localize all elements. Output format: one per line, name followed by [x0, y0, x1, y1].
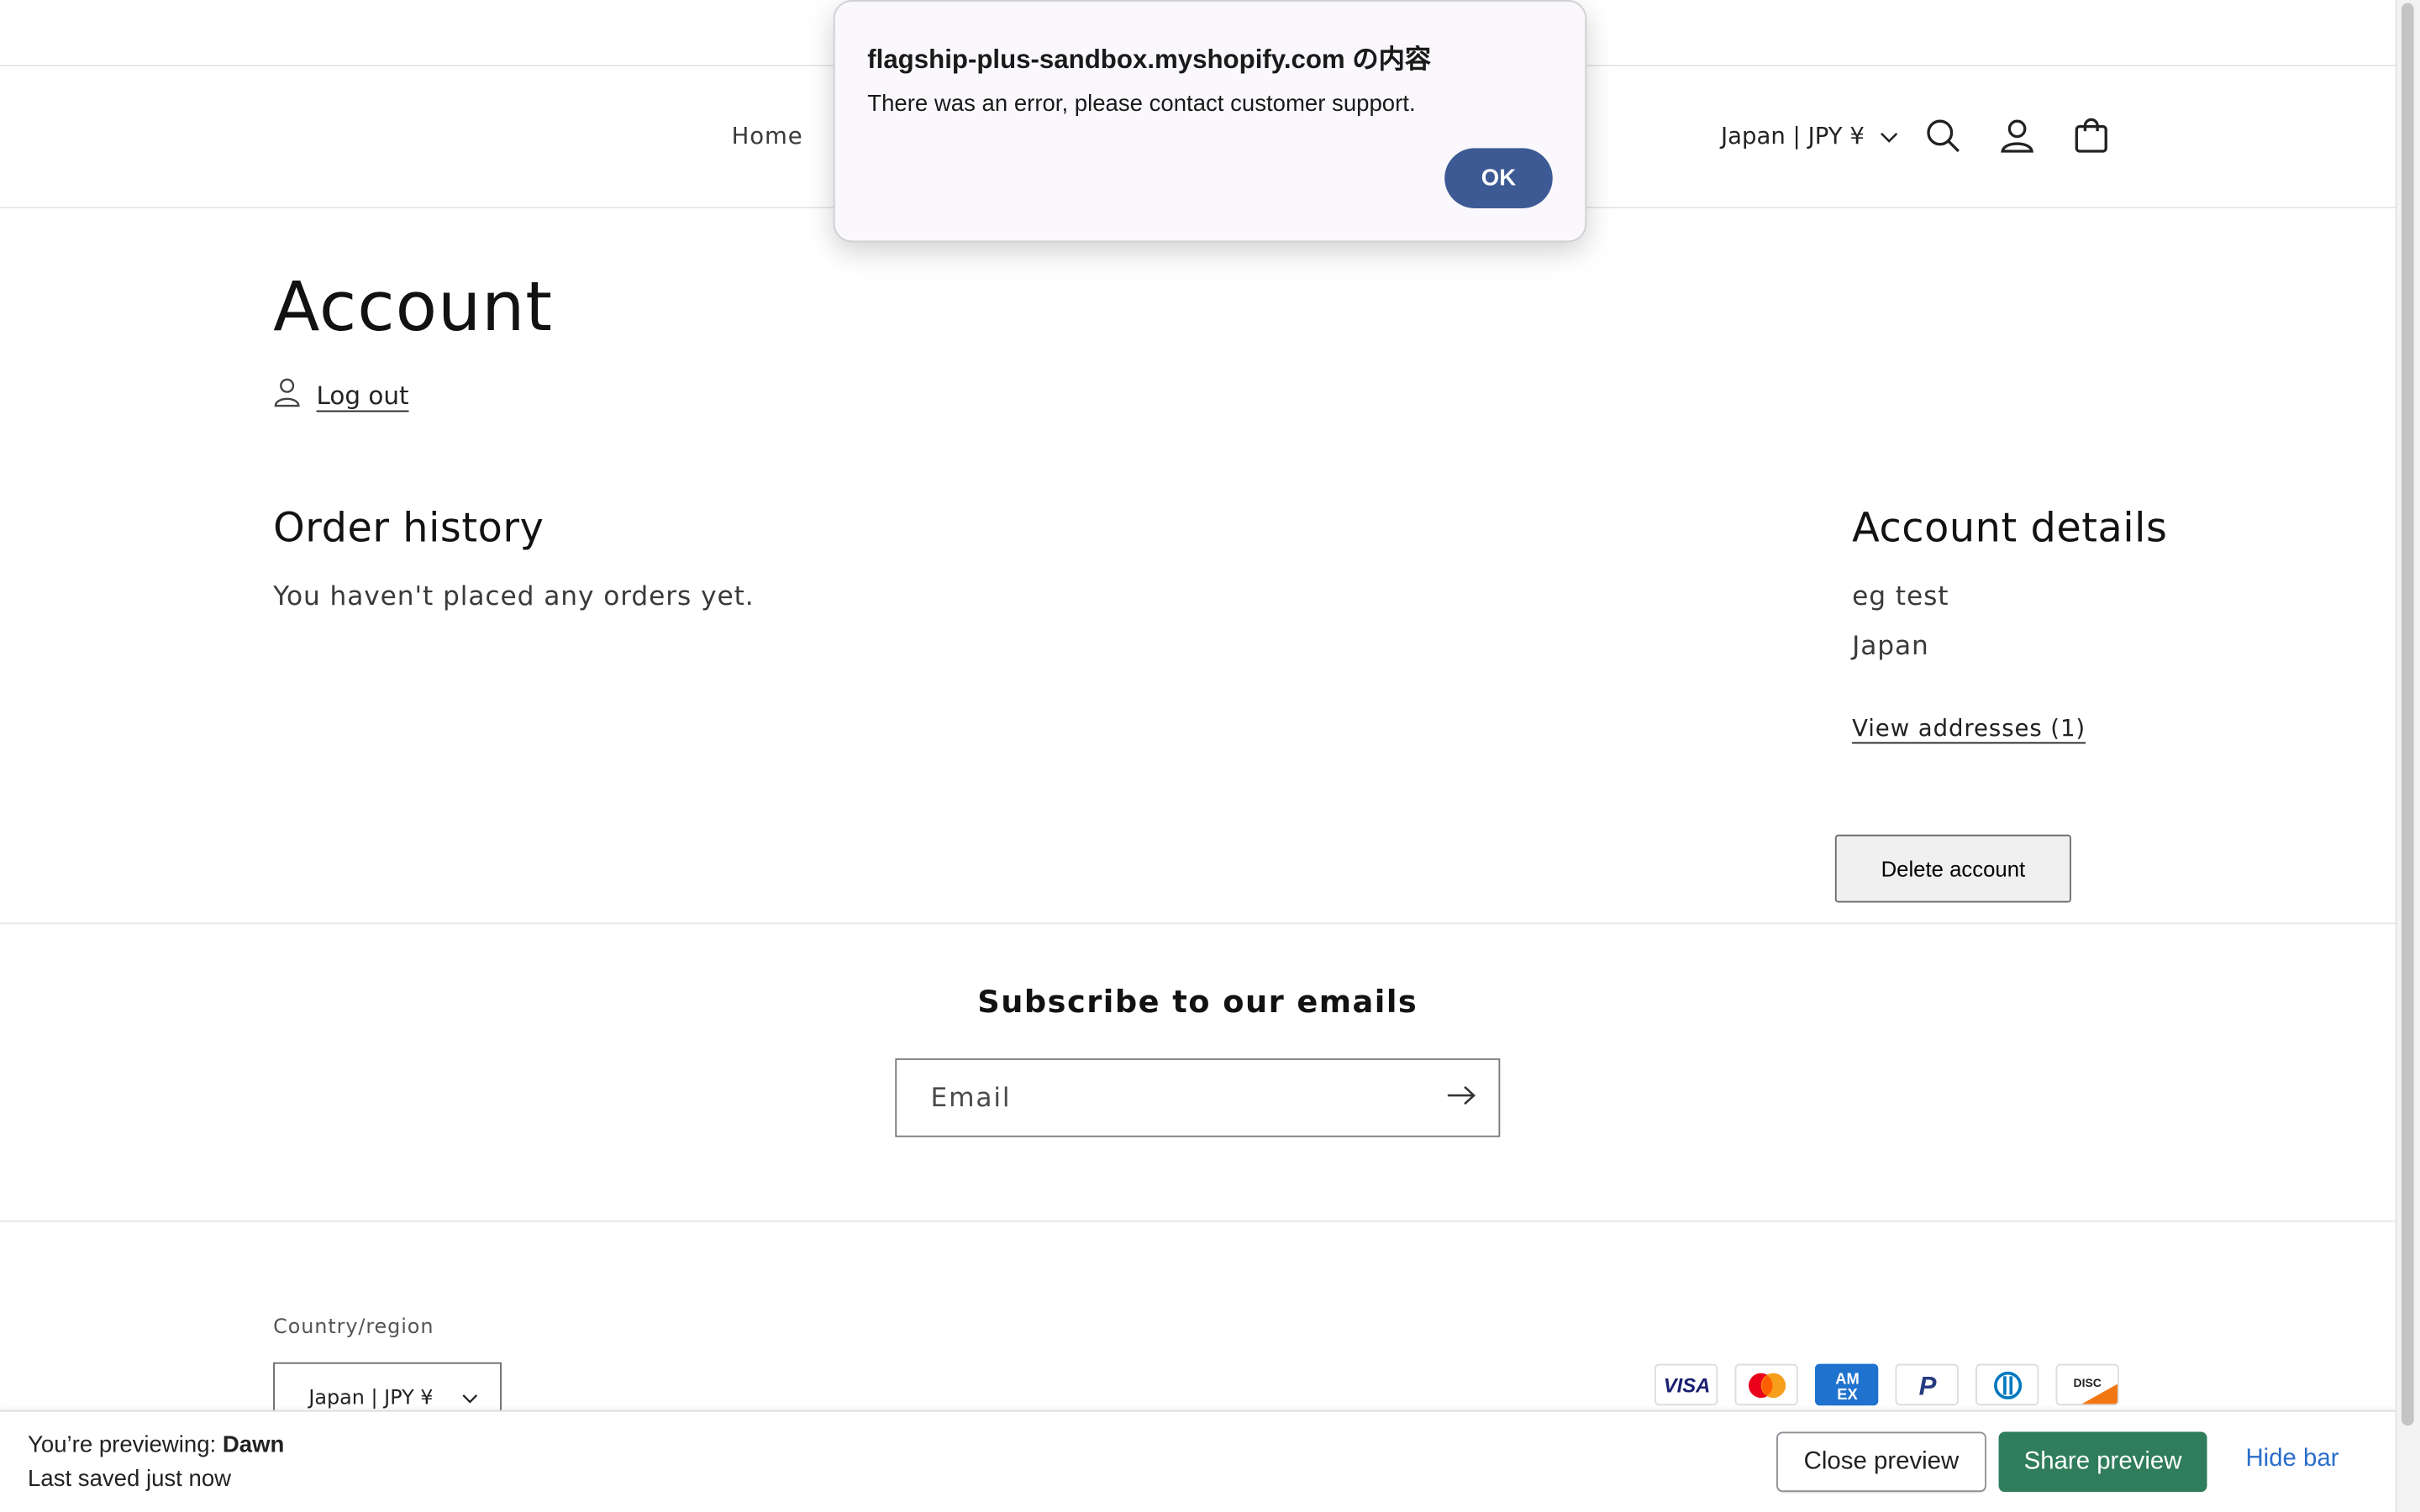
mastercard-icon	[1734, 1363, 1798, 1406]
close-preview-button[interactable]: Close preview	[1776, 1431, 1986, 1493]
email-placeholder: Email	[930, 1082, 1012, 1114]
paypal-icon: P	[1895, 1363, 1959, 1406]
user-icon	[273, 376, 301, 413]
svg-text:DISC: DISC	[2073, 1376, 2101, 1389]
previewing-prefix: You’re previewing:	[28, 1431, 217, 1458]
order-history-heading: Order history	[273, 506, 544, 553]
delete-account-button[interactable]: Delete account	[1834, 834, 2071, 903]
account-name: eg test	[1852, 581, 1949, 613]
logout-link[interactable]: Log out	[273, 376, 409, 413]
logout-label: Log out	[316, 380, 409, 410]
american-express-icon: AM EX	[1814, 1363, 1879, 1406]
content-divider	[0, 922, 2396, 925]
page-title: Account	[273, 268, 553, 348]
saved-status: Last saved just now	[28, 1465, 232, 1493]
account-details-heading: Account details	[1852, 506, 2168, 553]
arrow-right-icon[interactable]	[1446, 1083, 1477, 1112]
footer-divider	[0, 1220, 2396, 1222]
country-region-label: Country/region	[273, 1315, 434, 1340]
nav-link-home[interactable]: Home	[732, 122, 803, 150]
dialog-ok-button[interactable]: OK	[1444, 148, 1553, 208]
previewing-text: You’re previewing: Dawn	[28, 1431, 284, 1457]
email-field[interactable]: Email	[895, 1058, 1501, 1137]
discover-icon: DISC	[2055, 1363, 2119, 1406]
currency-selector-label: Japan | JPY ¥	[1720, 122, 1865, 150]
country-region-value: Japan | JPY ¥	[308, 1386, 434, 1410]
currency-selector[interactable]: Japan | JPY ¥	[1721, 122, 1898, 150]
visa-icon: VISA	[1654, 1363, 1718, 1406]
scrollbar-thumb[interactable]	[2401, 3, 2414, 1426]
svg-text:EX: EX	[1836, 1384, 1857, 1402]
cart-icon[interactable]	[2068, 111, 2114, 160]
hide-bar-button[interactable]: Hide bar	[2245, 1446, 2338, 1473]
subscribe-heading: Subscribe to our emails	[977, 982, 1418, 1021]
search-icon[interactable]	[1920, 111, 1966, 160]
order-history-empty-text: You haven't placed any orders yet.	[273, 581, 755, 613]
dialog-title: flagship-plus-sandbox.myshopify.com の内容	[867, 45, 1432, 75]
view-addresses-link[interactable]: View addresses (1)	[1852, 714, 2086, 742]
account-country: Japan	[1852, 631, 1929, 662]
svg-text:VISA: VISA	[1663, 1374, 1710, 1396]
page-canvas: Home Japan | JPY ¥ Account Log out Order…	[0, 0, 2420, 1512]
svg-text:P: P	[1918, 1370, 1936, 1399]
chevron-down-icon	[461, 1386, 478, 1410]
diners-club-icon	[1975, 1363, 2039, 1406]
chevron-down-icon	[1880, 122, 1898, 150]
theme-name: Dawn	[222, 1431, 285, 1458]
share-preview-button[interactable]: Share preview	[1998, 1431, 2207, 1493]
dialog-message: There was an error, please contact custo…	[867, 91, 1416, 118]
account-icon[interactable]	[1994, 111, 2040, 160]
